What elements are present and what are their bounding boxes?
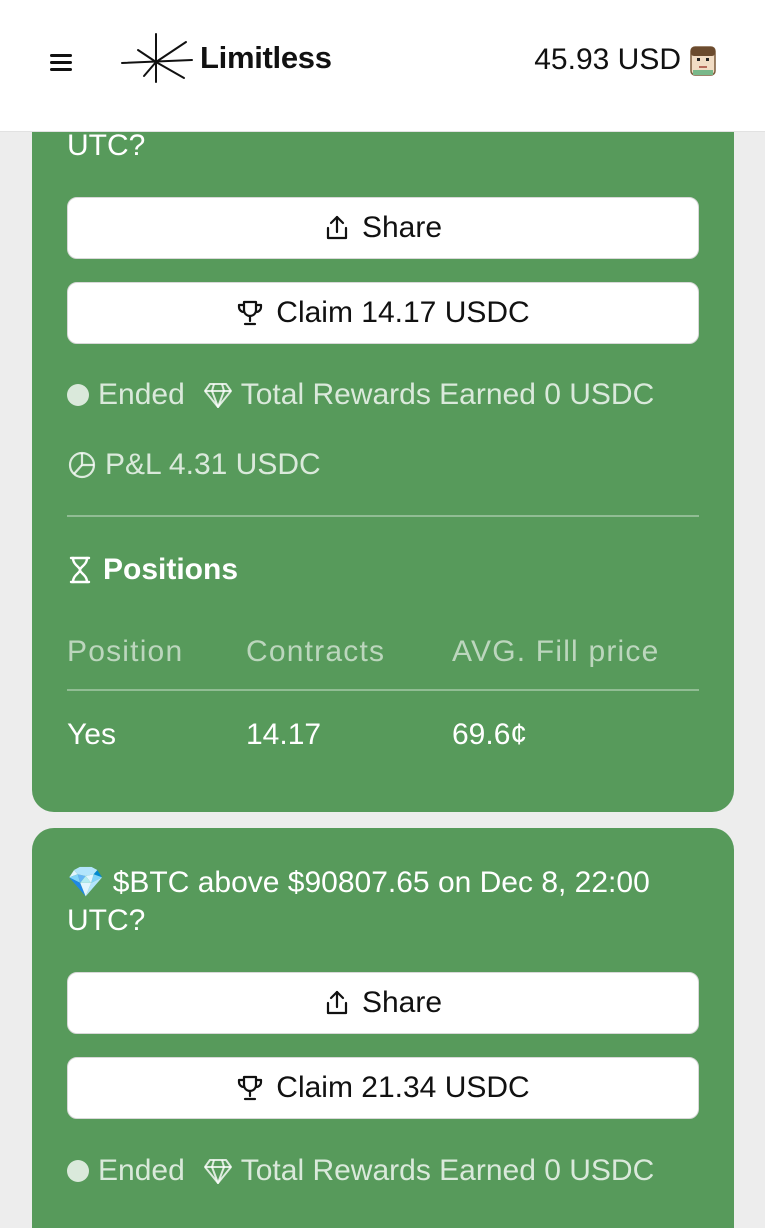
claim-button[interactable]: Claim 14.17 USDC bbox=[67, 282, 699, 344]
pnl-text: P&L 4.31 USDC bbox=[105, 448, 321, 481]
market-meta-row: Ended Total Rewards Earned 0 USDC bbox=[67, 1154, 654, 1188]
trophy-icon bbox=[238, 1075, 263, 1101]
col-header-position: Position bbox=[67, 635, 184, 668]
col-header-avg-fill: AVG. Fill price bbox=[452, 635, 660, 668]
pie-chart-icon bbox=[68, 451, 96, 479]
avatar-icon[interactable] bbox=[688, 45, 718, 77]
rewards-text: Total Rewards Earned 0 USDC bbox=[240, 378, 655, 411]
brand-logo[interactable]: Limitless bbox=[120, 30, 332, 86]
col-header-contracts: Contracts bbox=[246, 635, 386, 668]
balance-display: 45.93 USD bbox=[534, 43, 681, 76]
market-title-text: UTC? bbox=[67, 129, 146, 162]
share-label: Share bbox=[361, 211, 443, 244]
market-title-text: $BTC above $90807.65 on Dec 8, 22:00 UTC… bbox=[67, 866, 650, 937]
claim-button[interactable]: Claim 21.34 USDC bbox=[67, 1057, 699, 1119]
market-title-1: UTC? bbox=[67, 127, 145, 165]
market-emoji: 💎 bbox=[67, 866, 105, 899]
positions-heading: Positions bbox=[67, 553, 238, 587]
claim-label: Claim 14.17 USDC bbox=[276, 296, 530, 329]
app-header: Limitless 45.93 USD bbox=[0, 0, 765, 132]
share-button[interactable]: Share bbox=[67, 197, 699, 259]
rewards-text: Total Rewards Earned 0 USDC bbox=[240, 1154, 655, 1187]
share-label: Share bbox=[361, 986, 443, 1019]
share-button[interactable]: Share bbox=[67, 972, 699, 1034]
market-title-2: 💎 $BTC above $90807.65 on Dec 8, 22:00 U… bbox=[67, 864, 667, 940]
trophy-icon bbox=[238, 300, 263, 326]
diamond-icon bbox=[203, 1159, 232, 1184]
share-icon bbox=[326, 215, 348, 240]
divider bbox=[67, 515, 699, 517]
table-divider bbox=[67, 689, 699, 691]
logo-icon bbox=[121, 33, 193, 83]
status-dot-icon bbox=[67, 384, 89, 406]
table-cell-position: Yes bbox=[67, 718, 116, 751]
status-text: Ended bbox=[98, 1154, 185, 1187]
status-dot-icon bbox=[67, 1160, 89, 1182]
pnl-row: P&L 4.31 USDC bbox=[67, 448, 321, 482]
claim-label: Claim 21.34 USDC bbox=[276, 1071, 530, 1104]
table-cell-contracts: 14.17 bbox=[246, 718, 322, 751]
status-text: Ended bbox=[98, 378, 185, 411]
market-meta-row: Ended Total Rewards Earned 0 USDC bbox=[67, 378, 654, 412]
positions-heading-text: Positions bbox=[103, 553, 239, 586]
brand-name: Limitless bbox=[200, 40, 332, 75]
share-icon bbox=[326, 990, 348, 1015]
menu-icon[interactable] bbox=[46, 48, 78, 76]
table-cell-avg-fill: 69.6¢ bbox=[452, 718, 528, 751]
hourglass-icon bbox=[69, 556, 91, 584]
diamond-icon bbox=[203, 383, 232, 408]
